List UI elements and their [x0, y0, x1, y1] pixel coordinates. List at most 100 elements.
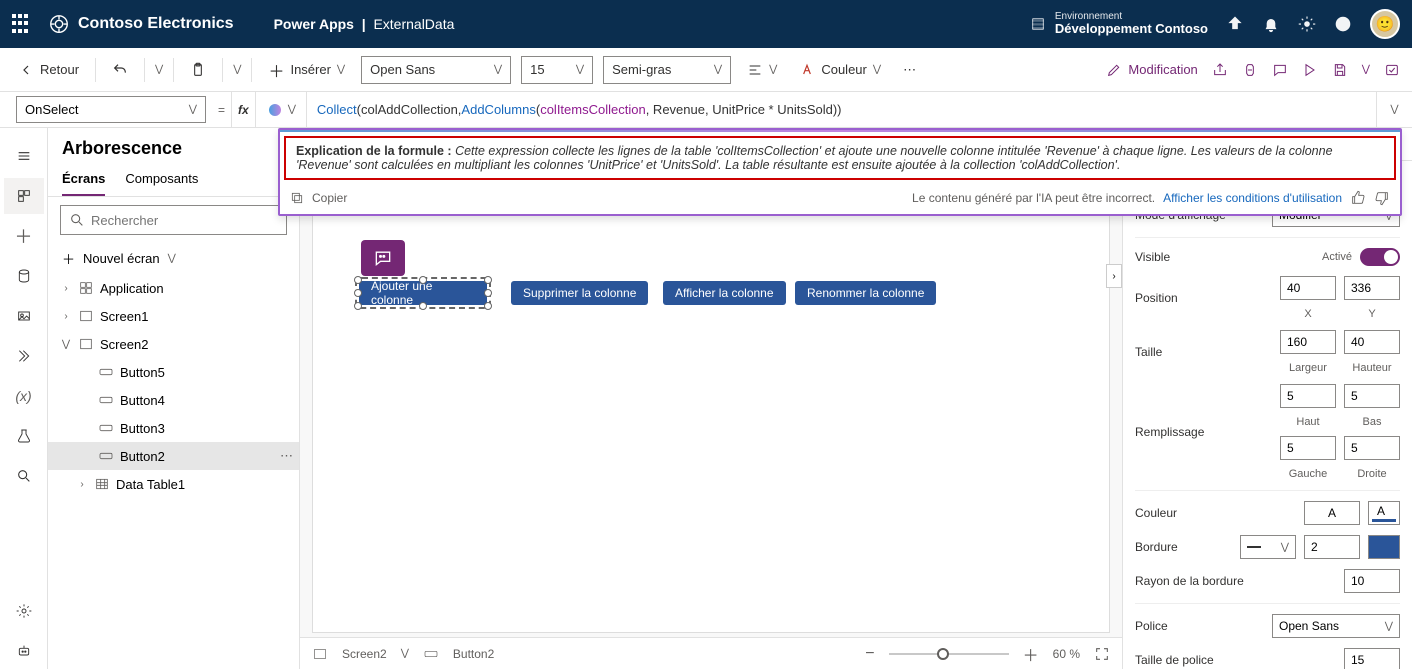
settings-rail-icon[interactable] [4, 593, 44, 629]
back-button[interactable]: Retour [12, 58, 85, 82]
thumbs-up-icon[interactable] [1350, 190, 1366, 206]
prop-fontsize-label: Taille de police [1135, 653, 1336, 667]
prop-font-dropdown[interactable]: Open Sans⋁ [1272, 614, 1400, 638]
prop-padding-label: Remplissage [1135, 425, 1272, 439]
edit-mode-button[interactable]: Modification [1106, 62, 1197, 78]
zoom-in[interactable]: ＋ [1023, 642, 1039, 666]
formula-input[interactable]: Collect(colAddCollection, AddColumns(col… [307, 92, 1376, 127]
tests-rail-icon[interactable] [4, 418, 44, 454]
save-menu[interactable]: ⋁ [1362, 64, 1370, 75]
tree-search[interactable] [60, 205, 287, 235]
ellipsis-icon: ⋯ [903, 62, 916, 78]
prop-height-input[interactable]: 40 [1344, 330, 1400, 354]
tab-components[interactable]: Composants [125, 163, 198, 196]
terms-link[interactable]: Afficher les conditions d'utilisation [1163, 191, 1342, 205]
plus-icon: ＋ [268, 58, 284, 82]
prop-pad-top[interactable]: 5 [1280, 384, 1336, 408]
tree-item-button4[interactable]: Button4 [48, 386, 299, 414]
help-icon[interactable] [1334, 15, 1352, 33]
insert-button[interactable]: ＋ Insérer ⋁ [262, 54, 351, 86]
publish-icon[interactable] [1226, 15, 1244, 33]
tree-item-button5[interactable]: Button5 [48, 358, 299, 386]
new-screen-button[interactable]: ＋Nouvel écran⋁ [48, 243, 299, 274]
font-size-dropdown[interactable]: 15⋁ [521, 56, 593, 84]
settings-icon[interactable] [1298, 15, 1316, 33]
status-control[interactable]: Button2 [453, 647, 494, 661]
zoom-out[interactable]: − [865, 645, 874, 663]
copilot-dropdown[interactable]: ⋁ [256, 92, 307, 127]
canvas-button-remove-column[interactable]: Supprimer la colonne [511, 281, 648, 305]
font-color-button[interactable]: Couleur⋁ [793, 58, 887, 82]
share-icon[interactable] [1212, 62, 1228, 78]
undo-button[interactable] [106, 58, 134, 82]
undo-menu[interactable]: ⋁ [155, 64, 163, 75]
app-launcher-icon[interactable] [12, 14, 32, 34]
hamburger-icon[interactable] [4, 138, 44, 174]
canvas-copilot-button[interactable] [361, 240, 405, 276]
variables-rail-icon[interactable]: (x) [4, 378, 44, 414]
paste-menu[interactable]: ⋁ [233, 64, 241, 75]
media-rail-icon[interactable] [4, 298, 44, 334]
user-avatar[interactable]: 🙂 [1370, 9, 1400, 39]
tree-item-button3[interactable]: Button3 [48, 414, 299, 442]
copy-button[interactable]: Copier [312, 191, 347, 205]
thumbs-down-icon[interactable] [1374, 190, 1390, 206]
border-color-picker[interactable] [1368, 535, 1400, 559]
data-rail-icon[interactable] [4, 258, 44, 294]
app-checker-icon[interactable] [1242, 62, 1258, 78]
font-family-dropdown[interactable]: Open Sans⋁ [361, 56, 511, 84]
more-commands[interactable]: ⋯ [897, 58, 922, 82]
prop-size-label: Taille [1135, 345, 1272, 359]
tab-screens[interactable]: Écrans [62, 163, 105, 196]
border-style-dropdown[interactable]: ⋁ [1240, 535, 1296, 559]
expand-formula-icon[interactable]: ⋁ [1376, 92, 1412, 127]
tree-item-app[interactable]: ›Application [48, 274, 299, 302]
font-weight-dropdown[interactable]: Semi-gras⋁ [603, 56, 731, 84]
text-color-picker[interactable]: A [1304, 501, 1360, 525]
comments-icon[interactable] [1272, 62, 1288, 78]
tree-item-datatable[interactable]: ›Data Table1 [48, 470, 299, 498]
fill-color-picker[interactable]: A [1368, 501, 1400, 525]
paste-button[interactable] [184, 58, 212, 82]
zoom-slider[interactable] [889, 653, 1009, 655]
canvas-button-rename-column[interactable]: Renommer la colonne [795, 281, 936, 305]
prop-pad-left[interactable]: 5 [1280, 436, 1336, 460]
canvas-button-add-column[interactable]: Ajouter une colonne [359, 281, 487, 305]
prop-width-input[interactable]: 160 [1280, 330, 1336, 354]
screen-icon [78, 308, 94, 324]
tree-item-screen2[interactable]: ⋁Screen2 [48, 330, 299, 358]
collapse-props-icon[interactable]: › [1106, 264, 1122, 288]
border-width-input[interactable]: 2 [1304, 535, 1360, 559]
button-icon [98, 448, 114, 464]
align-button[interactable]: ⋁ [741, 58, 783, 82]
prop-x-input[interactable]: 40 [1280, 276, 1336, 300]
prop-fontsize-input[interactable]: 15 [1344, 648, 1400, 669]
brand: Contoso Electronics [48, 13, 234, 35]
prop-y-input[interactable]: 336 [1344, 276, 1400, 300]
prop-visible-toggle[interactable] [1360, 248, 1400, 266]
environment-picker[interactable]: Environnement Développement Contoso [1029, 11, 1208, 36]
status-screen[interactable]: Screen2 [342, 647, 387, 661]
ai-rail-icon[interactable] [4, 633, 44, 669]
search-rail-icon[interactable] [4, 458, 44, 494]
tree-search-input[interactable] [91, 213, 278, 228]
prop-radius-input[interactable]: 10 [1344, 569, 1400, 593]
more-icon[interactable]: ⋯ [280, 448, 293, 464]
save-icon[interactable] [1332, 62, 1348, 78]
tree-item-screen1[interactable]: ›Screen1 [48, 302, 299, 330]
canvas-button-show-column[interactable]: Afficher la colonne [663, 281, 786, 305]
notification-icon[interactable] [1262, 15, 1280, 33]
formula-bar: OnSelect⋁ = fx ⋁ Collect(colAddCollectio… [0, 92, 1412, 128]
publish-app-icon[interactable] [1384, 62, 1400, 78]
ai-disclaimer: Le contenu généré par l'IA peut être inc… [912, 191, 1155, 205]
fit-icon[interactable] [1094, 646, 1110, 662]
prop-pad-right[interactable]: 5 [1344, 436, 1400, 460]
preview-icon[interactable] [1302, 62, 1318, 78]
insert-rail-icon[interactable]: ＋ [4, 218, 44, 254]
tree-item-button2[interactable]: Button2⋯ [48, 442, 299, 470]
prop-pad-bottom[interactable]: 5 [1344, 384, 1400, 408]
tree-view-icon[interactable] [4, 178, 44, 214]
power-automate-rail-icon[interactable] [4, 338, 44, 374]
property-dropdown[interactable]: OnSelect⋁ [16, 96, 206, 123]
search-icon [69, 212, 85, 228]
